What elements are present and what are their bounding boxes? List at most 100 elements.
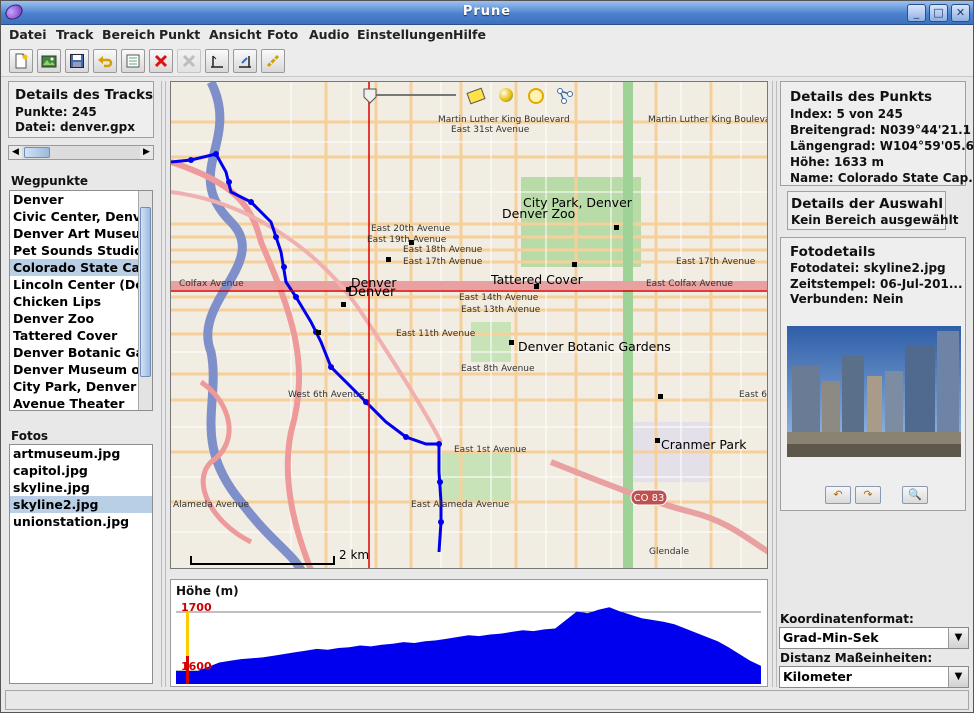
undo-icon[interactable] xyxy=(93,49,117,73)
distance-units-select[interactable]: Kilometer ▼ xyxy=(779,666,969,688)
waypoint-list-item[interactable]: Avenue Theater xyxy=(10,395,152,410)
photo-list[interactable]: artmuseum.jpg capitol.jpg skyline.jpg skyli… xyxy=(9,444,153,684)
edit-icon[interactable] xyxy=(121,49,145,73)
open-icon[interactable] xyxy=(37,49,61,73)
map-place-label: Denver xyxy=(348,285,396,300)
altitude-title: Höhe (m) xyxy=(176,584,239,598)
rotate-left-button[interactable]: ↶ xyxy=(825,486,851,504)
rotate-right-button[interactable]: ↷ xyxy=(855,486,881,504)
left-divider[interactable] xyxy=(161,81,166,687)
map-street-label: East 17th Avenue xyxy=(676,257,756,267)
waypoint-list-item[interactable]: Civic Center, Denver xyxy=(10,208,152,225)
altitude-min-label: 1600 xyxy=(181,660,212,673)
zoom-photo-button[interactable]: 🔍 xyxy=(902,486,928,504)
altitude-max-label: 1700 xyxy=(181,601,212,614)
menu-ansicht[interactable]: Ansicht xyxy=(209,27,262,42)
map-street-label: East Alameda Avenue xyxy=(411,500,510,510)
waypoint-vscroll[interactable] xyxy=(138,191,152,410)
point-longitude: Längengrad: W104°59'05.6 xyxy=(790,139,974,153)
map-street-label: East 13th Avenue xyxy=(461,305,541,315)
maximize-button[interactable]: □ xyxy=(929,4,948,22)
menu-audio[interactable]: Audio xyxy=(309,27,349,42)
waypoint-list-item[interactable]: Pet Sounds Studio xyxy=(10,242,152,259)
waypoint-list-item[interactable]: Denver Art Museum xyxy=(10,225,152,242)
title-bar[interactable]: Prune _ □ ✕ xyxy=(1,1,973,25)
photo-thumbnail[interactable] xyxy=(787,326,961,457)
waypoint-list-item[interactable]: Lincoln Center (Den xyxy=(10,276,152,293)
map-street-label: East 19th Avenue xyxy=(367,235,447,245)
waypoint-list-item[interactable]: Denver Museum of xyxy=(10,361,152,378)
close-button[interactable]: ✕ xyxy=(951,4,970,22)
map-street-label: East Colfax Avenue xyxy=(646,279,733,289)
selection-text: Kein Bereich ausgewählt xyxy=(791,213,959,227)
photo-details-title: Fotodetails xyxy=(790,244,876,260)
altitude-chart[interactable]: Höhe (m) 1700 1600 xyxy=(170,579,768,687)
map-street-label: East 8th Avenue xyxy=(461,364,535,374)
menu-einstellungen[interactable]: Einstellungen xyxy=(357,27,453,42)
waypoint-list-item[interactable]: Tattered Cover xyxy=(10,327,152,344)
scroll-thumb[interactable] xyxy=(140,207,151,377)
photo-list-item[interactable]: unionstation.jpg xyxy=(10,513,152,530)
waypoint-list-item[interactable]: City Park, Denver xyxy=(10,378,152,395)
chevron-down-icon[interactable]: ▼ xyxy=(948,667,968,687)
point-name: Name: Colorado State Cap... xyxy=(790,171,974,185)
photo-timestamp: Zeitstempel: 06-Jul-201... xyxy=(790,277,963,291)
altitude-graph[interactable] xyxy=(176,598,766,684)
photo-details-box: Fotodetails Fotodatei: skyline2.jpg Zeit… xyxy=(780,237,966,511)
scroll-left-icon[interactable]: ◀ xyxy=(9,146,22,159)
map-street-label: East 18th Avenue xyxy=(403,245,483,255)
map-street-label: East 31st Avenue xyxy=(451,125,530,135)
right-divider[interactable] xyxy=(772,81,777,687)
map-street-label: Martin Luther King Boulevard xyxy=(438,115,570,125)
waypoint-list-item[interactable]: Denver Botanic Gard xyxy=(10,344,152,361)
target-icon[interactable] xyxy=(528,88,544,104)
map-street-label: East 11th Avenue xyxy=(396,329,476,339)
map-canvas[interactable]: CO 83 xyxy=(171,82,768,569)
end-icon[interactable] xyxy=(233,49,257,73)
waypoint-list-item[interactable]: Denver xyxy=(10,191,152,208)
map-street-label: Martin Luther King Boulevard xyxy=(648,115,768,125)
co83-label: CO 83 xyxy=(634,493,665,504)
connect-points-icon[interactable] xyxy=(556,87,574,105)
scroll-thumb[interactable] xyxy=(24,147,50,158)
waypoint-list-item[interactable]: Denver Zoo xyxy=(10,310,152,327)
menu-hilfe[interactable]: Hilfe xyxy=(453,27,486,42)
menu-track[interactable]: Track xyxy=(56,27,93,42)
new-icon[interactable] xyxy=(9,49,33,73)
map-place-label: Denver Botanic Gardens xyxy=(518,339,671,354)
point-details-box: Details des Punkts Index: 5 von 245 Brei… xyxy=(780,81,974,186)
scroll-right-icon[interactable]: ▶ xyxy=(140,146,153,159)
connect-icon[interactable] xyxy=(261,49,285,73)
point-details-title: Details des Punkts xyxy=(790,89,933,105)
menu-datei[interactable]: Datei xyxy=(9,27,47,42)
start-icon[interactable] xyxy=(205,49,229,73)
photo-list-item[interactable]: skyline2.jpg xyxy=(10,496,152,513)
photo-list-item[interactable]: capitol.jpg xyxy=(10,462,152,479)
waypoint-list-item[interactable]: Colorado State Capi xyxy=(10,259,152,276)
track-details-title: Details des Tracks xyxy=(15,87,153,103)
waypoint-list[interactable]: Denver Civic Center, Denver Denver Art Mus… xyxy=(9,190,153,411)
coord-format-select[interactable]: Grad-Min-Sek ▼ xyxy=(779,627,969,649)
map-street-label: East 14th Avenue xyxy=(459,293,539,303)
map-place-label: Cranmer Park xyxy=(661,437,747,452)
menu-foto[interactable]: Foto xyxy=(267,27,298,42)
track-details-box: Details des Tracks Punkte: 245 Datei: de… xyxy=(8,81,154,138)
globe-icon[interactable] xyxy=(499,88,513,102)
menu-punkt[interactable]: Punkt xyxy=(159,27,200,42)
save-icon[interactable] xyxy=(65,49,89,73)
minimize-button[interactable]: _ xyxy=(907,4,926,22)
photo-list-item[interactable]: skyline.jpg xyxy=(10,479,152,496)
map-view[interactable]: CO 83 Martin Luther King Boulevard East … xyxy=(170,81,768,569)
track-file: Datei: denver.gpx xyxy=(15,120,135,134)
photos-title: Fotos xyxy=(11,429,49,443)
map-street-label: East 6th Avenue xyxy=(739,390,768,400)
coord-format-value: Grad-Min-Sek xyxy=(783,630,879,645)
chevron-down-icon[interactable]: ▼ xyxy=(948,628,968,648)
delete-icon[interactable] xyxy=(149,49,173,73)
track-hscroll[interactable]: ◀ ▶ xyxy=(8,145,154,160)
menu-bar: Datei Track Bereich Punkt Ansicht Foto A… xyxy=(1,25,973,45)
point-altitude: Höhe: 1633 m xyxy=(790,155,885,169)
photo-list-item[interactable]: artmuseum.jpg xyxy=(10,445,152,462)
waypoint-list-item[interactable]: Chicken Lips xyxy=(10,293,152,310)
menu-bereich[interactable]: Bereich xyxy=(102,27,155,42)
